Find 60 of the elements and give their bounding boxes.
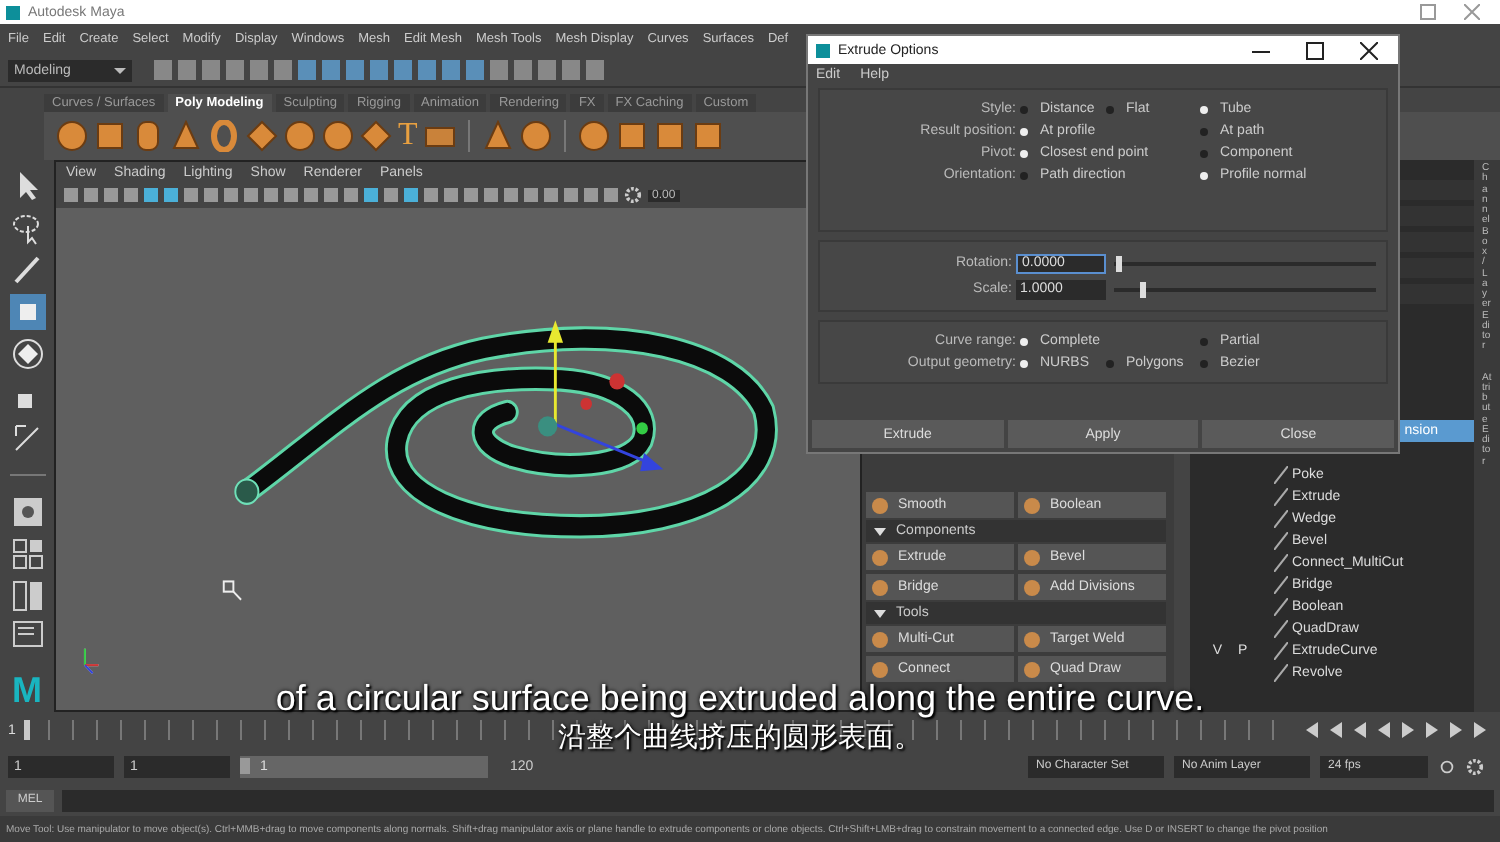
diamond-icon[interactable]	[246, 120, 278, 152]
sphere-icon[interactable]	[284, 120, 316, 152]
gear-icon[interactable]	[624, 186, 642, 204]
node-icon	[1274, 576, 1288, 594]
previous-key-icon[interactable]	[1328, 722, 1344, 738]
step-forward-icon[interactable]	[1448, 722, 1464, 738]
move-tool-icon[interactable]	[9, 294, 45, 330]
maximize-icon[interactable]	[1306, 41, 1324, 59]
lasso-tool-icon[interactable]	[9, 210, 45, 246]
sphere-icon[interactable]	[519, 120, 552, 152]
outliner-layout-icon[interactable]	[9, 620, 45, 648]
last-tool-icon[interactable]	[9, 420, 45, 456]
slider-thumb[interactable]	[1140, 281, 1147, 297]
paint-tool-icon[interactable]	[9, 252, 45, 288]
four-view-layout-icon[interactable]	[9, 536, 45, 572]
text-tool-button[interactable]: T	[398, 120, 418, 152]
expand-icon[interactable]	[874, 609, 886, 617]
cone-icon[interactable]	[481, 120, 514, 152]
node-icon	[1274, 466, 1288, 484]
sphere-icon[interactable]	[577, 120, 610, 152]
rotate-tool-icon[interactable]	[9, 336, 45, 372]
go-end-icon[interactable]	[1472, 722, 1488, 738]
step-back-icon[interactable]	[1352, 722, 1368, 738]
sphere-icon[interactable]	[56, 120, 88, 152]
current-frame-marker[interactable]	[23, 720, 30, 740]
single-view-layout-icon[interactable]	[9, 494, 45, 530]
cursor-icon	[222, 580, 243, 601]
app-icon	[6, 5, 20, 19]
cube-icon[interactable]	[615, 120, 648, 152]
node-icon	[1274, 642, 1288, 660]
cube-icon[interactable]	[691, 120, 724, 152]
node-icon	[1274, 488, 1288, 506]
loop-icon[interactable]	[1438, 757, 1456, 775]
go-start-icon[interactable]	[1304, 722, 1320, 738]
settings-icon[interactable]	[1466, 757, 1484, 775]
cylinder-icon[interactable]	[132, 120, 164, 152]
node-icon	[1274, 554, 1288, 572]
expand-icon[interactable]	[874, 527, 886, 535]
axis-indicator-icon	[83, 647, 100, 675]
slider-thumb[interactable]	[1116, 255, 1123, 271]
cube-icon[interactable]	[653, 120, 686, 152]
torus-icon[interactable]	[208, 120, 240, 152]
cone-icon[interactable]	[170, 120, 202, 152]
node-icon	[1274, 532, 1288, 550]
cube-icon[interactable]	[94, 120, 126, 152]
play-backward-icon[interactable]	[1376, 722, 1392, 738]
next-key-icon[interactable]	[1424, 722, 1440, 738]
close-icon[interactable]	[1360, 41, 1378, 59]
node-icon	[1274, 510, 1288, 528]
diamond-icon[interactable]	[360, 120, 392, 152]
two-view-layout-icon[interactable]	[9, 578, 45, 614]
node-icon	[1274, 598, 1288, 616]
app-icon	[816, 43, 830, 57]
sphere-icon[interactable]	[322, 120, 354, 152]
range-handle[interactable]	[240, 757, 250, 773]
app-logo: M	[12, 672, 42, 708]
node-icon	[1274, 620, 1288, 638]
node-icon	[1274, 664, 1288, 682]
play-icon[interactable]	[1400, 722, 1416, 738]
command-field[interactable]	[62, 789, 1494, 811]
